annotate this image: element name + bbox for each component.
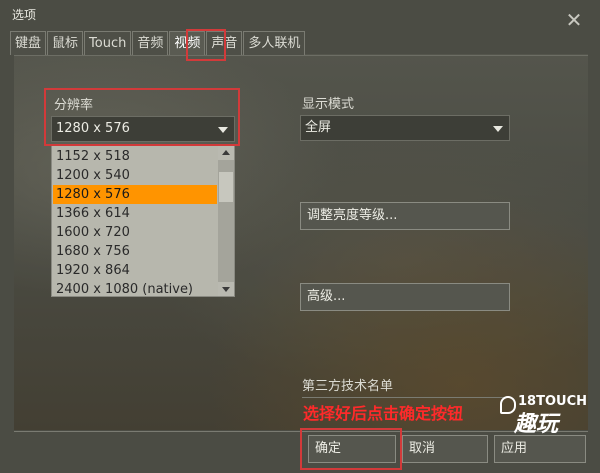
chevron-down-icon xyxy=(218,127,228,133)
resolution-options-list[interactable]: 1152 x 518 1200 x 540 1280 x 576 1366 x … xyxy=(51,145,235,297)
chevron-down-icon xyxy=(493,126,503,132)
arrow-down-icon xyxy=(222,287,230,292)
cancel-button[interactable]: 取消 xyxy=(402,435,488,463)
tab-touch[interactable]: Touch xyxy=(84,31,132,55)
tab-sound[interactable]: 声音 xyxy=(206,31,243,55)
display-mode-dropdown[interactable]: 全屏 xyxy=(300,115,510,141)
scroll-down-button[interactable] xyxy=(218,282,234,296)
scrollbar[interactable] xyxy=(218,146,234,296)
tab-multiplayer[interactable]: 多人联机 xyxy=(243,31,306,55)
instruction-annotation: 选择好后点击确定按钮 xyxy=(303,404,464,423)
apply-button[interactable]: 应用 xyxy=(494,435,586,463)
display-mode-label: 显示模式 xyxy=(302,97,355,112)
tab-audio[interactable]: 音频 xyxy=(132,31,169,55)
list-item[interactable]: 2400 x 1080 (native) xyxy=(53,280,217,299)
tab-video[interactable]: 视频 xyxy=(169,31,206,55)
tab-bar: 键盘 鼠标 Touch 音频 视频 声音 多人联机 xyxy=(10,31,306,55)
ok-button[interactable]: 确定 xyxy=(308,435,396,463)
scroll-up-button[interactable] xyxy=(218,146,234,160)
display-mode-selected-value: 全屏 xyxy=(305,120,332,135)
divider xyxy=(302,397,510,398)
resolution-label: 分辨率 xyxy=(54,98,94,113)
list-item[interactable]: 1200 x 540 xyxy=(53,166,217,185)
close-icon[interactable]: ✕ xyxy=(564,10,584,30)
list-item[interactable]: 1920 x 864 xyxy=(53,261,217,280)
list-item[interactable]: 1680 x 756 xyxy=(53,242,217,261)
watermark-text-2: 趣玩 xyxy=(514,412,559,437)
resolution-selected-value: 1280 x 576 xyxy=(56,121,130,136)
resolution-dropdown[interactable]: 1280 x 576 xyxy=(51,116,235,142)
list-item[interactable]: 1366 x 614 xyxy=(53,204,217,223)
list-item[interactable]: 1152 x 518 xyxy=(53,147,217,166)
third-party-credits-link[interactable]: 第三方技术名单 xyxy=(302,375,393,394)
watermark-logo: 18TOUCH 趣玩 xyxy=(500,394,587,437)
window-title: 选项 xyxy=(12,8,37,22)
tab-keyboard[interactable]: 键盘 xyxy=(10,31,47,55)
arrow-up-icon xyxy=(222,150,230,155)
tab-mouse[interactable]: 鼠标 xyxy=(47,31,84,55)
options-window: 选项 ✕ 键盘 鼠标 Touch 音频 视频 声音 多人联机 分辨率 1280 … xyxy=(0,0,600,473)
advanced-button[interactable]: 高级... xyxy=(300,283,510,311)
brightness-button[interactable]: 调整亮度等级... xyxy=(300,202,510,230)
list-item[interactable]: 1600 x 720 xyxy=(53,223,217,242)
list-item-selected[interactable]: 1280 x 576 xyxy=(53,185,217,204)
scrollbar-thumb[interactable] xyxy=(219,172,233,202)
panel-divider xyxy=(14,55,588,56)
